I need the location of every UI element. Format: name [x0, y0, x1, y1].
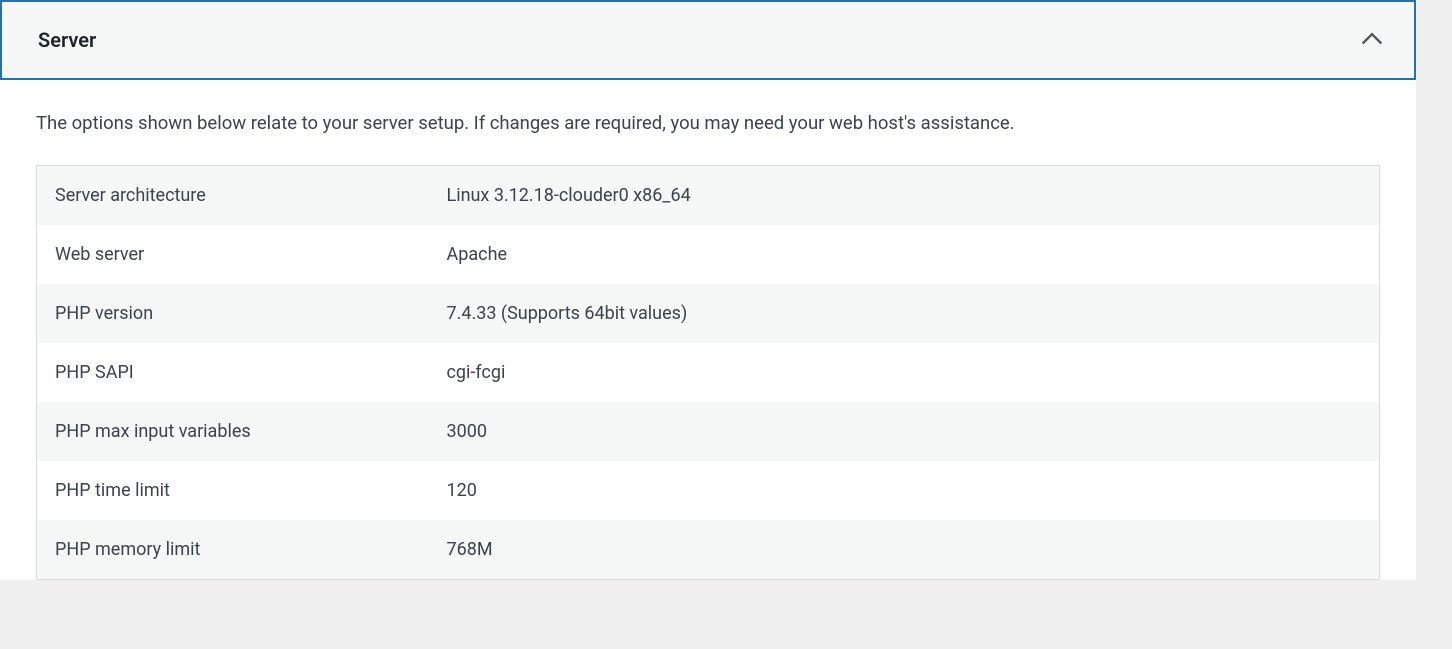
- table-row: Server architecture Linux 3.12.18-cloude…: [37, 165, 1380, 225]
- row-label: PHP version: [37, 284, 429, 343]
- server-info-table: Server architecture Linux 3.12.18-cloude…: [36, 165, 1380, 580]
- row-value: 7.4.33 (Supports 64bit values): [429, 284, 1380, 343]
- row-value: 3000: [429, 402, 1380, 461]
- table-row: PHP max input variables 3000: [37, 402, 1380, 461]
- server-panel-header[interactable]: Server: [0, 0, 1416, 80]
- row-label: PHP time limit: [37, 461, 429, 520]
- panel-title: Server: [38, 28, 96, 52]
- row-value: Apache: [429, 225, 1380, 284]
- table-row: PHP time limit 120: [37, 461, 1380, 520]
- row-label: Server architecture: [37, 165, 429, 225]
- row-value: 120: [429, 461, 1380, 520]
- row-value: 768M: [429, 520, 1380, 580]
- server-panel-body: The options shown below relate to your s…: [0, 80, 1416, 580]
- row-value: cgi-fcgi: [429, 343, 1380, 402]
- row-label: PHP SAPI: [37, 343, 429, 402]
- table-row: PHP version 7.4.33 (Supports 64bit value…: [37, 284, 1380, 343]
- table-row: Web server Apache: [37, 225, 1380, 284]
- row-label: Web server: [37, 225, 429, 284]
- panel-description: The options shown below relate to your s…: [36, 110, 1380, 137]
- row-label: PHP max input variables: [37, 402, 429, 461]
- row-label: PHP memory limit: [37, 520, 429, 580]
- chevron-up-icon: [1358, 26, 1386, 54]
- row-value: Linux 3.12.18-clouder0 x86_64: [429, 165, 1380, 225]
- table-row: PHP memory limit 768M: [37, 520, 1380, 580]
- table-row: PHP SAPI cgi-fcgi: [37, 343, 1380, 402]
- server-panel: Server The options shown below relate to…: [0, 0, 1416, 580]
